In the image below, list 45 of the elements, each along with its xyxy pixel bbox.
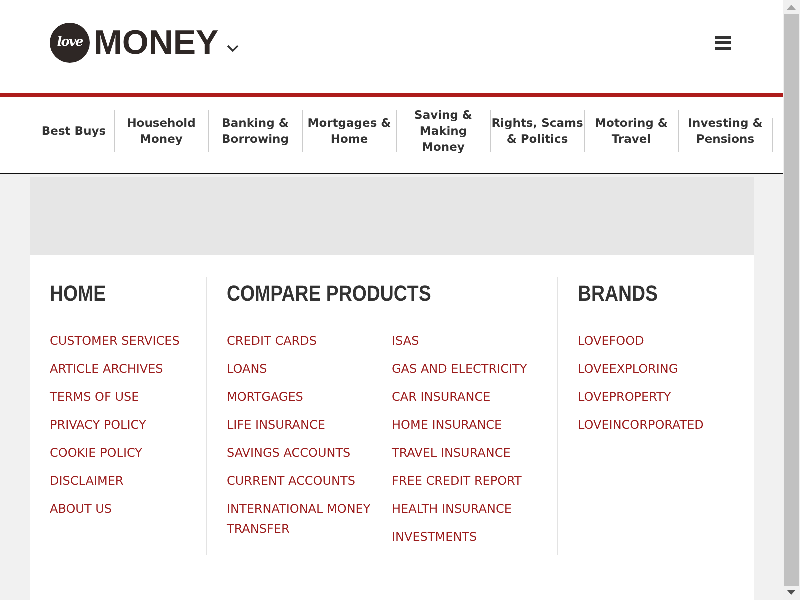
footer-link[interactable]: ARTICLE ARCHIVES: [50, 359, 206, 379]
logo[interactable]: love MONEY: [50, 22, 219, 62]
footer-link[interactable]: HEALTH INSURANCE: [392, 499, 542, 519]
scroll-down-icon[interactable]: [787, 590, 796, 595]
footer-link[interactable]: MORTGAGES: [227, 387, 377, 407]
footer-link[interactable]: CUSTOMER SERVICES: [50, 331, 206, 351]
footer-link[interactable]: CURRENT ACCOUNTS: [227, 471, 377, 491]
footer-link[interactable]: INTERNATIONAL MONEY TRANSFER: [227, 499, 377, 539]
logo-badge: love: [50, 22, 90, 62]
nav-link[interactable]: Mortgages & Home: [302, 110, 396, 152]
footer-link[interactable]: HOME INSURANCE: [392, 415, 542, 435]
footer-link[interactable]: INVESTMENTS: [392, 527, 542, 547]
footer-link[interactable]: TRAVEL INSURANCE: [392, 443, 542, 463]
nav-link[interactable]: Household Money: [114, 110, 208, 152]
footer-link[interactable]: CAR INSURANCE: [392, 387, 542, 407]
footer-link[interactable]: DISCLAIMER: [50, 471, 206, 491]
nav-link[interactable]: Investing & Pensions: [678, 110, 772, 152]
footer-link[interactable]: LOVEFOOD: [578, 331, 704, 351]
footer-link[interactable]: LOVEEXPLORING: [578, 359, 704, 379]
logo-text: MONEY: [94, 32, 219, 52]
section-heading: BRANDS: [578, 280, 659, 307]
section-heading: COMPARE PRODUCTS: [227, 280, 432, 307]
section-heading: HOME: [50, 280, 108, 307]
caret-icon[interactable]: [226, 44, 239, 52]
footer-link[interactable]: COOKIE POLICY: [50, 443, 206, 463]
nav-link[interactable]: Motoring & Travel: [584, 110, 678, 152]
footer-link[interactable]: LOANS: [227, 359, 377, 379]
nav-link[interactable]: Saving & Making Money: [396, 110, 490, 152]
footer-link[interactable]: TERMS OF USE: [50, 387, 206, 407]
footer-link[interactable]: CREDIT CARDS: [227, 331, 377, 351]
footer-link[interactable]: ABOUT US: [50, 499, 206, 519]
footer-link[interactable]: LOVEINCORPORATED: [578, 415, 704, 435]
footer-link[interactable]: LOVEPROPERTY: [578, 387, 704, 407]
nav-link[interactable]: Best Buys: [34, 110, 114, 152]
footer-link[interactable]: GAS AND ELECTRICITY: [392, 359, 542, 379]
scrollbar[interactable]: [783, 0, 800, 600]
scroll-thumb[interactable]: [784, 14, 799, 586]
nav-link[interactable]: Rights, Scams & Politics: [490, 110, 584, 152]
footer-link[interactable]: PRIVACY POLICY: [50, 415, 206, 435]
nav-link[interactable]: Banking & Borrowing: [208, 110, 302, 152]
footer-link[interactable]: ISAS: [392, 331, 542, 351]
footer-link[interactable]: LIFE INSURANCE: [227, 415, 377, 435]
menu-icon[interactable]: [715, 36, 731, 50]
footer-link[interactable]: FREE CREDIT REPORT: [392, 471, 542, 491]
footer-link[interactable]: SAVINGS ACCOUNTS: [227, 443, 377, 463]
